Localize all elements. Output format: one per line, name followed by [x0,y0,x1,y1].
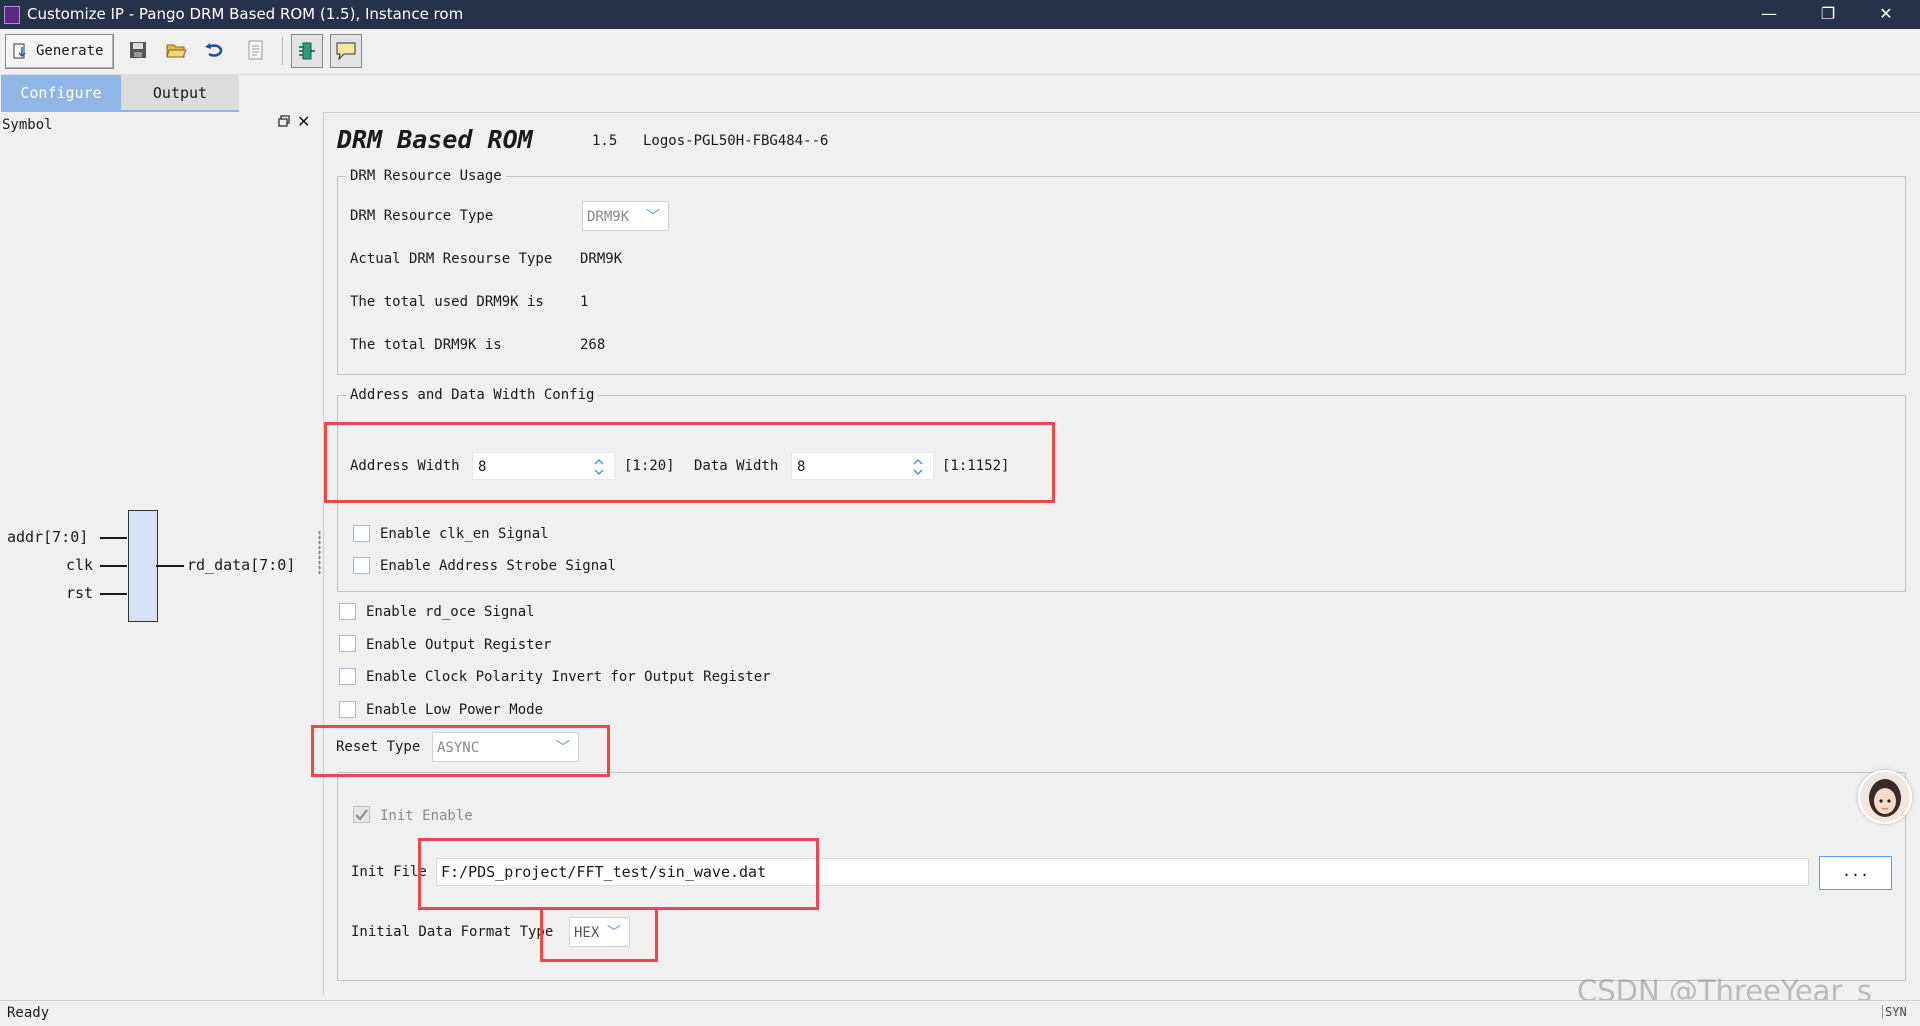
comment-toggle[interactable] [330,34,362,68]
comment-icon [336,42,356,61]
close-window-button[interactable]: ✕ [1862,0,1910,29]
symbol-view-toggle[interactable] [291,34,323,68]
title-bar: Customize IP - Pango DRM Based ROM (1.5)… [0,0,1920,29]
status-bar [0,1000,1920,1026]
panel-splitter-handle[interactable] [318,530,321,575]
resource-type-label: DRM Resource Type [350,208,494,224]
browse-button[interactable]: ... [1819,856,1892,890]
pin-line [100,565,127,567]
pin-line [100,593,127,595]
format-type-label: Initial Data Format Type [351,924,554,940]
pin-line [156,565,184,567]
pin-clk: clk [66,556,94,574]
tab-configure[interactable]: Configure [1,75,121,111]
address-strobe-label: Enable Address Strobe Signal [380,558,617,574]
drm-resource-usage-group: DRM Resource Usage [337,168,1906,375]
output-register-label: Enable Output Register [366,637,552,653]
generate-button[interactable]: Generate [5,34,114,69]
assistant-avatar[interactable] [1858,770,1912,824]
open-folder-icon[interactable] [164,38,188,62]
check-icon [355,809,368,821]
symbol-panel-title: Symbol [2,117,53,133]
used-drm-value: 1 [580,294,589,310]
generate-label: Generate [36,43,104,59]
status-text: Ready [7,1005,50,1021]
tab-underline [1,110,239,112]
toolbar: Generate [0,29,1920,75]
output-register-checkbox[interactable] [339,635,356,652]
low-power-label: Enable Low Power Mode [366,702,544,718]
rd-oce-checkbox[interactable] [339,603,356,620]
chevron-down-icon: ﹀ [646,209,660,225]
clk-en-label: Enable clk_en Signal [380,526,549,542]
total-drm-label: The total DRM9K is [350,337,502,353]
drm-resource-usage-legend: DRM Resource Usage [350,168,502,184]
toolbar-separator [282,37,283,65]
app-icon [4,6,20,24]
clock-polarity-checkbox[interactable] [339,668,356,685]
pin-rst: rst [66,584,94,602]
clk-en-checkbox[interactable] [353,525,370,542]
actual-resource-value: DRM9K [580,251,623,267]
device-name: Logos-PGL50H-FBG484--6 [643,133,829,149]
document-icon[interactable] [243,38,267,62]
save-icon[interactable] [126,38,150,62]
rd-oce-label: Enable rd_oce Signal [366,604,535,620]
init-enable-checkbox[interactable] [353,806,370,823]
annotation-box-init-file [418,838,819,910]
symbol-block [128,510,158,622]
restore-button[interactable]: ❐ [1804,0,1852,29]
minimize-button[interactable]: — [1745,0,1793,29]
avatar-face-icon [1869,779,1901,817]
pin-rd-data: rd_data[7:0] [187,556,296,574]
used-drm-label: The total used DRM9K is [350,294,544,310]
ip-version: 1.5 [592,133,618,149]
low-power-checkbox[interactable] [339,701,356,718]
annotation-box-width [324,422,1055,503]
annotation-box-format [540,907,658,962]
window-title: Customize IP - Pango DRM Based ROM (1.5)… [27,5,464,23]
actual-resource-label: Actual DRM Resourse Type [350,251,553,267]
refresh-icon[interactable] [203,38,227,62]
clock-polarity-label: Enable Clock Polarity Invert for Output … [366,669,771,685]
address-strobe-checkbox[interactable] [353,557,370,574]
total-drm-value: 268 [580,337,606,353]
pin-addr: addr[7:0] [7,528,89,546]
width-config-legend: Address and Data Width Config [350,387,595,403]
resource-type-dropdown[interactable]: DRM9K ﹀ [582,201,669,231]
float-panel-icon[interactable] [278,115,290,127]
annotation-box-reset [311,725,610,777]
init-enable-label: Init Enable [380,808,473,824]
pin-line [100,537,127,539]
symbol-view-icon [299,42,315,60]
resource-type-value: DRM9K [587,209,630,225]
tab-output[interactable]: Output [121,75,239,111]
init-file-label: Init File [351,864,427,880]
page-title: DRM Based ROM [337,125,533,154]
generate-icon [13,43,26,59]
close-panel-icon[interactable]: ✕ [297,112,310,131]
status-indicator: SYN [1882,1005,1907,1019]
